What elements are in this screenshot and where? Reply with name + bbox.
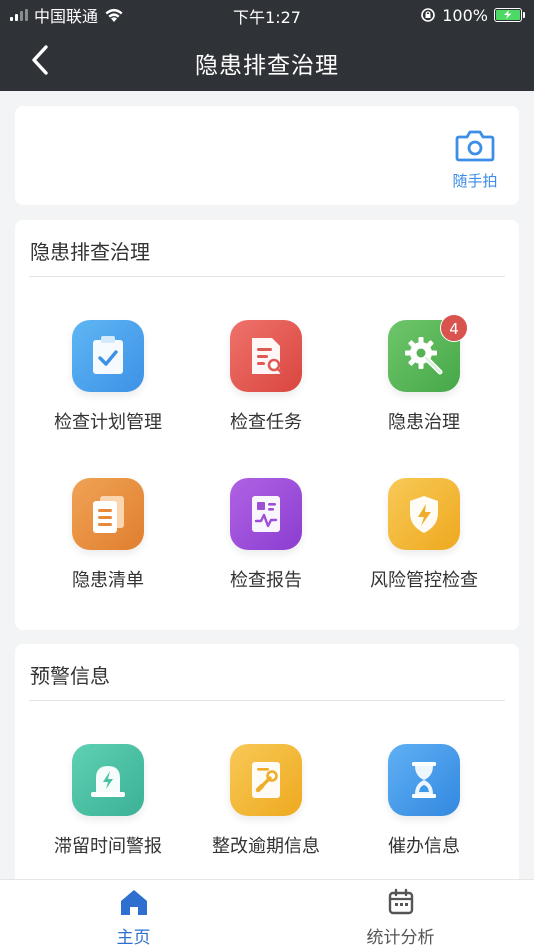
calendar-icon [388,888,413,915]
tab-home-label: 主页 [116,928,151,948]
home-icon [120,890,147,915]
wrench-document-icon [230,744,302,816]
menu-label: 隐患清单 [72,570,144,591]
section-title: 隐患排查治理 [30,240,150,264]
menu-label: 检查报告 [230,570,302,591]
menu-risk-control-inspection[interactable]: 风险管控检查 [345,478,503,592]
rotation-lock-icon [421,8,436,22]
tab-statistics-label: 统计分析 [366,928,435,948]
menu-label: 风险管控检查 [370,570,478,591]
document-search-icon [230,320,302,392]
shield-bolt-icon [388,478,460,550]
menu-label: 整改逾期信息 [212,836,320,857]
section-divider [29,276,505,277]
menu-label: 滞留时间警报 [54,836,162,857]
alarm-light-icon [72,744,144,816]
tab-statistics[interactable]: 统计分析 [267,888,534,948]
notification-badge: 4 [440,314,468,342]
menu-label: 检查计划管理 [54,412,162,433]
quick-photo-button[interactable]: 随手拍 [445,128,505,191]
menu-label: 催办信息 [388,836,460,857]
clipboard-check-icon [72,320,144,392]
tab-home[interactable]: 主页 [0,888,267,948]
menu-hazard-list[interactable]: 隐患清单 [29,478,187,592]
report-pulse-icon [230,478,302,550]
inspection-section: 隐患排查治理 检查计划管理 检查任务 4 隐患治理 隐患清单 检查报告 风险管控… [15,220,519,630]
menu-hazard-governance[interactable]: 4 隐患治理 [345,314,503,434]
top-header: 中国联通 下午1:27 100% 隐患排查治理 [0,0,534,91]
status-bar: 中国联通 下午1:27 100% [0,0,534,30]
tab-bar: 主页 统计分析 [0,879,534,950]
menu-urge-info[interactable]: 催办信息 [345,744,503,858]
quick-photo-label: 随手拍 [452,172,498,190]
menu-label: 检查任务 [230,412,302,433]
menu-inspection-task[interactable]: 检查任务 [187,320,345,434]
navigation-bar: 隐患排查治理 [0,30,534,91]
gear-wrench-icon: 4 [388,314,468,392]
battery-icon [494,8,525,22]
warning-section: 预警信息 滞留时间警报 整改逾期信息 催办信息 [15,644,519,884]
menu-inspection-plan[interactable]: 检查计划管理 [29,320,187,434]
section-divider [29,700,505,701]
quick-action-card: 随手拍 [15,106,519,205]
battery-percent: 100% [442,5,488,25]
menu-rectification-overdue[interactable]: 整改逾期信息 [187,744,345,858]
section-title: 预警信息 [30,664,110,688]
menu-retention-alarm[interactable]: 滞留时间警报 [29,744,187,858]
hourglass-icon [388,744,460,816]
camera-icon [455,130,495,162]
document-list-icon [72,478,144,550]
menu-inspection-report[interactable]: 检查报告 [187,478,345,592]
page-title: 隐患排查治理 [195,53,339,79]
menu-label: 隐患治理 [388,412,460,433]
